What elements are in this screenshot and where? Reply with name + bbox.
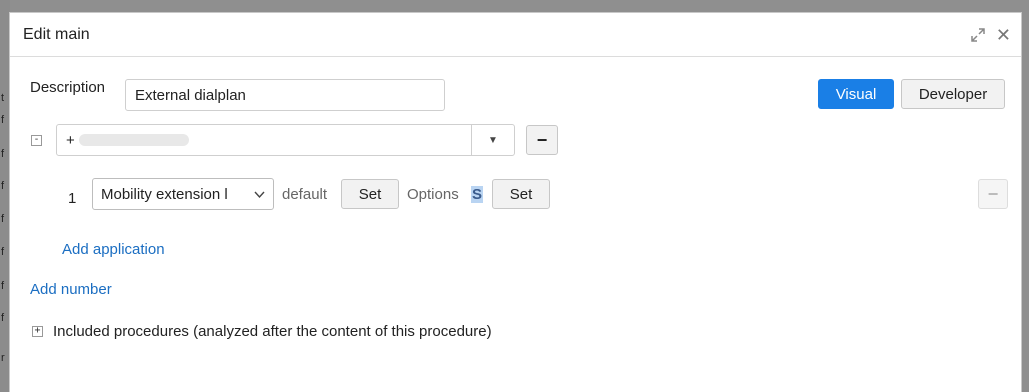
remove-application-button[interactable]: −	[978, 179, 1008, 209]
developer-mode-button[interactable]: Developer	[901, 79, 1005, 109]
edge-letter: f	[1, 180, 5, 192]
dialog-title: Edit main	[23, 25, 90, 43]
application-select[interactable]: Mobility extension l	[92, 178, 274, 210]
description-label: Description	[30, 79, 106, 96]
options-label: Options	[407, 186, 459, 203]
collapse-number-icon[interactable]: -	[31, 135, 42, 146]
description-input[interactable]: External dialplan	[125, 79, 445, 111]
dialog-titlebar[interactable]: Edit main ✕	[10, 13, 1021, 57]
edge-letter: f	[1, 312, 5, 324]
chevron-down-icon	[254, 186, 265, 203]
edge-letter: f	[1, 213, 5, 225]
default-label: default	[282, 186, 328, 203]
application-index: 1	[68, 190, 77, 207]
add-application-link[interactable]: Add application	[62, 241, 165, 258]
expand-icon[interactable]	[970, 27, 986, 43]
redacted-number	[78, 134, 189, 146]
included-procedures-label: Included procedures (analyzed after the …	[53, 323, 492, 340]
number-input[interactable]: + ▼	[56, 124, 515, 156]
edge-letter: f	[1, 246, 5, 258]
caret-down-icon[interactable]: ▼	[471, 124, 514, 156]
set-options-button[interactable]: Set	[492, 179, 550, 209]
application-selected: Mobility extension l	[101, 185, 228, 203]
edit-dialog: Edit main ✕ Description External dialpla…	[9, 12, 1022, 392]
expand-included-icon[interactable]: +	[32, 326, 43, 337]
remove-number-button[interactable]: −	[526, 125, 558, 155]
options-value: S	[471, 186, 484, 203]
description-value: External dialplan	[135, 86, 246, 104]
edge-letter: f	[1, 148, 5, 160]
set-default-button[interactable]: Set	[341, 179, 399, 209]
close-icon[interactable]: ✕	[996, 26, 1011, 44]
add-number-link[interactable]: Add number	[30, 281, 112, 298]
edge-letter: f	[1, 280, 5, 292]
edge-letter: t	[1, 92, 5, 104]
edge-letter: r	[1, 352, 5, 364]
number-value: +	[66, 131, 75, 149]
visual-mode-button[interactable]: Visual	[818, 79, 894, 109]
edge-letter: f	[1, 114, 5, 126]
